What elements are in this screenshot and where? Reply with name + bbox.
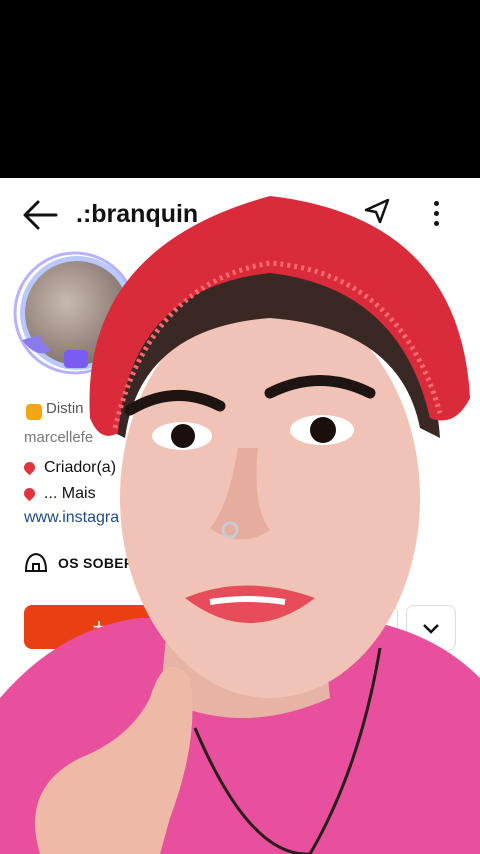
- face-shape: [120, 298, 420, 698]
- person-overlay-image: [0, 196, 480, 854]
- profile-screen: .:branquin Distin marcellefe Criador(a) …: [0, 178, 480, 854]
- black-letterbox-top: [0, 0, 480, 178]
